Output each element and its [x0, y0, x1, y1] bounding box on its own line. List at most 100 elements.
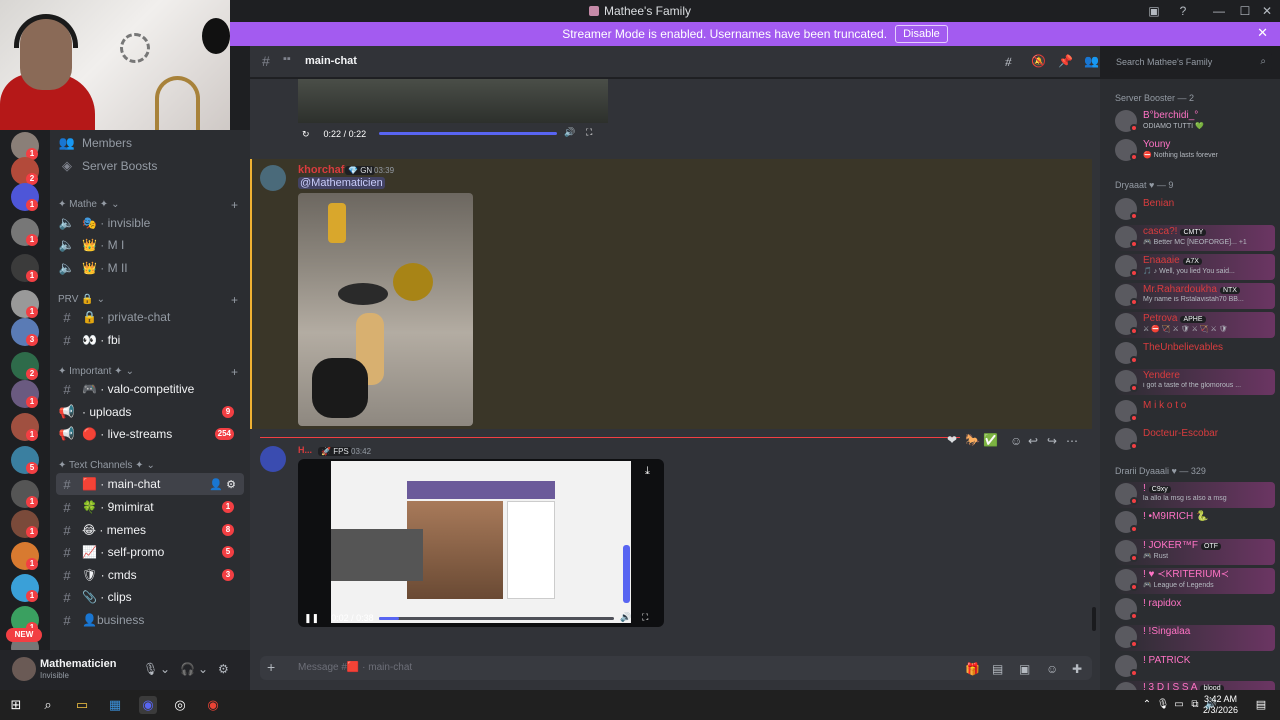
user-mention[interactable]: @Mathematicien — [298, 177, 385, 189]
video-progress-bar[interactable] — [379, 617, 399, 620]
member-item[interactable]: Enaaaie A7X 🎵 ♪ Well, you lied You said... — [1115, 254, 1275, 280]
sidebar-item-server-boosts[interactable]: ◈ Server Boosts — [56, 155, 244, 177]
avatar[interactable] — [260, 446, 286, 472]
channel-self-promo[interactable]: # 📈 · self-promo 5 — [56, 541, 244, 563]
add-channel-icon[interactable]: + — [231, 293, 238, 307]
member-item[interactable]: ! !Singalaa — [1115, 625, 1275, 651]
inbox-icon[interactable]: ▣ — [1143, 2, 1165, 20]
volume-icon[interactable]: 🔊 — [620, 612, 631, 623]
settings-icon[interactable]: 👤 ⚙ — [209, 478, 236, 491]
message-author[interactable]: khorchaf — [298, 164, 344, 176]
store-icon[interactable]: ▦ — [106, 696, 124, 714]
member-item[interactable]: Docteur-Escobar — [1115, 427, 1275, 453]
pause-icon[interactable]: ❚❚ — [304, 613, 319, 624]
channel-private-chat[interactable]: # 🔒 · private-chat — [56, 306, 244, 328]
avatar[interactable] — [260, 165, 286, 191]
app-icon[interactable]: ◎ — [171, 696, 189, 714]
channel-uploads[interactable]: 📢 · uploads 9 — [56, 401, 244, 423]
video-progress-bar[interactable] — [379, 132, 557, 135]
maximize-button[interactable]: ☐ — [1234, 2, 1256, 20]
add-attachment-icon[interactable]: + — [267, 659, 275, 675]
channel-valo-competitive[interactable]: # 🎮 · valo-competitive — [56, 378, 244, 400]
video-embed[interactable] — [298, 459, 664, 627]
microphone-icon[interactable]: 🎙 — [143, 662, 158, 676]
member-item[interactable]: ! JOKER™F OTF 🎮 Rust — [1115, 539, 1275, 565]
system-clock[interactable]: 3:42 AM 2/3/2026 — [1203, 694, 1238, 716]
member-item[interactable]: Youny ⛔ Nothing lasts forever — [1115, 138, 1275, 164]
headphones-icon[interactable]: 🎧 — [180, 662, 195, 676]
member-item[interactable]: M i k o t o — [1115, 399, 1275, 425]
member-item[interactable]: ! rapidox — [1115, 597, 1275, 623]
member-item[interactable]: Mr.Rahardoukha NTX My name is Rstalavistah… — [1115, 283, 1275, 309]
member-item[interactable]: casca?! CMTY 🎮 Better MC [NEOFORGE]... +1 — [1115, 225, 1275, 251]
member-item[interactable]: ! PATRICK — [1115, 654, 1275, 680]
video-progress-track[interactable] — [379, 617, 614, 620]
channel-clips[interactable]: # 📎 · clips — [56, 586, 244, 608]
avatar[interactable] — [12, 657, 36, 681]
member-item[interactable]: TheUnbelievables — [1115, 341, 1275, 367]
member-item[interactable]: Petrova APHE ⚔ ⛔ 🏹 ⚔ 🛡 ⚔ 🏹 ⚔ 🛡 — [1115, 312, 1275, 338]
category-mathe[interactable]: ✦ Mathe ✦ ⌄ — [58, 199, 120, 210]
voice-m-i[interactable]: 🔈 👑 · M I — [56, 234, 244, 256]
channel-main-chat[interactable]: # 🟥 · main-chat 👤 ⚙ — [56, 473, 244, 495]
mute-icon[interactable]: 🔕 — [1031, 54, 1046, 68]
chrome-icon[interactable]: ◉ — [204, 696, 222, 714]
gif-icon[interactable]: ▤ — [992, 662, 1003, 676]
download-icon[interactable]: ⤓ — [645, 465, 650, 478]
settings-gear-icon[interactable]: ⚙ — [218, 662, 229, 676]
member-list-icon[interactable]: 👥 — [1084, 54, 1099, 68]
check-icon[interactable]: ✅ — [983, 433, 998, 447]
forward-icon[interactable]: ↪ — [1047, 434, 1057, 448]
video-embed[interactable] — [298, 79, 608, 123]
voice-m-ii[interactable]: 🔈 👑 · M II — [56, 257, 244, 279]
minimize-button[interactable]: — — [1208, 2, 1230, 20]
member-item[interactable]: Benian — [1115, 197, 1275, 223]
voice-invisible[interactable]: 🔈 🎭 · invisible — [56, 212, 244, 234]
category-important[interactable]: ✦ Important ✦ ⌄ — [58, 366, 134, 377]
image-attachment[interactable] — [298, 193, 473, 426]
pin-icon[interactable]: 📌 — [1058, 54, 1073, 68]
close-icon[interactable]: ✕ — [1257, 25, 1268, 41]
volume-slider[interactable] — [623, 545, 630, 603]
chevron-down-icon[interactable]: ⌄ — [198, 662, 208, 676]
emoji-icon[interactable]: ☺ — [1046, 662, 1058, 676]
windows-start-icon[interactable]: ⊞ — [7, 696, 25, 714]
message-author[interactable]: H... — [298, 445, 312, 455]
channel-9mimirat[interactable]: # 🍀 · 9mimirat 1 — [56, 496, 244, 518]
heart-icon[interactable]: ❤ — [947, 433, 957, 447]
threads-icon[interactable]: ⧣ — [1005, 54, 1012, 69]
member-item[interactable]: ! •M9IRICH 🐍 — [1115, 510, 1275, 536]
volume-icon[interactable]: 🔊 — [564, 127, 575, 138]
help-icon[interactable]: ? — [1172, 2, 1194, 20]
search-input[interactable]: Search Mathee's Family ⌕ — [1110, 52, 1272, 72]
scrollbar[interactable] — [1092, 607, 1096, 631]
add-channel-icon[interactable]: + — [231, 198, 238, 212]
channel-live-streams[interactable]: 📢 🔴 · live-streams 254 — [56, 423, 244, 445]
apps-icon[interactable]: ✚ — [1072, 662, 1082, 676]
react-icon[interactable]: 🐎 — [965, 433, 980, 447]
search-icon[interactable]: ⌕ — [39, 696, 57, 714]
chevron-down-icon[interactable]: ⌄ — [160, 662, 170, 676]
reply-icon[interactable]: ↩ — [1028, 434, 1038, 448]
member-item[interactable]: ! C9xy la allo la msg is also a msg — [1115, 482, 1275, 508]
gift-icon[interactable]: 🎁 — [965, 662, 980, 676]
category-prv[interactable]: PRV 🔒 ⌄ — [58, 294, 105, 305]
member-item[interactable]: ! ♥ ≺KRITERIUM≺ 🎮 League of Legends — [1115, 568, 1275, 594]
emoji-icon[interactable]: ☺ — [1010, 434, 1022, 448]
file-explorer-icon[interactable]: ▭ — [73, 696, 91, 714]
fullscreen-icon[interactable]: ⛶ — [586, 127, 592, 138]
channel-fbi[interactable]: # 👀 · fbi — [56, 329, 244, 351]
channel-cmds[interactable]: # 🛡 · cmds 3 — [56, 564, 244, 586]
category-text-channels[interactable]: ✦ Text Channels ✦ ⌄ — [58, 460, 155, 471]
channel-business[interactable]: # 👤business — [56, 609, 244, 631]
member-item[interactable]: Yendere i got a taste of the glomorous ..… — [1115, 369, 1275, 395]
replay-icon[interactable]: ↻ — [302, 129, 310, 140]
close-window-button[interactable]: ✕ — [1256, 2, 1278, 20]
discord-icon[interactable]: ◉ — [139, 696, 157, 714]
more-icon[interactable]: ⋯ — [1066, 434, 1078, 448]
sticker-icon[interactable]: ▣ — [1019, 662, 1030, 676]
member-item[interactable]: B°berchidi_° ODIAMO TUTTI 💚 — [1115, 109, 1275, 135]
notification-icon[interactable]: ▤ — [1252, 696, 1270, 714]
add-channel-icon[interactable]: + — [231, 365, 238, 379]
sidebar-item-members[interactable]: 👥 Members — [56, 132, 244, 154]
